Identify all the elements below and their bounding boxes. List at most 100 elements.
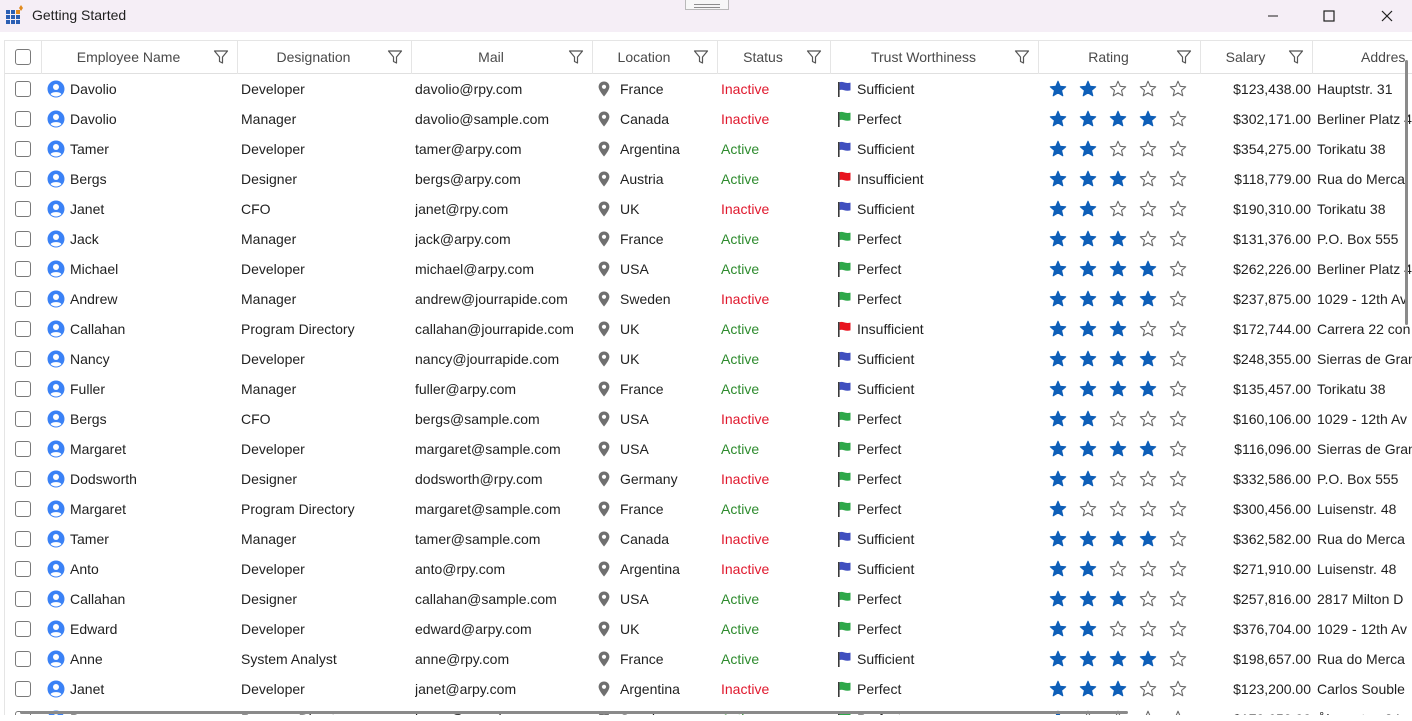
column-header-address[interactable]: Addres xyxy=(1313,41,1412,74)
star-empty-icon[interactable] xyxy=(1079,500,1097,518)
salary-cell[interactable]: $300,456.00 xyxy=(1205,494,1311,524)
mail-cell[interactable]: bergs@arpy.com xyxy=(415,164,595,194)
star-filled-icon[interactable] xyxy=(1049,80,1067,98)
star-filled-icon[interactable] xyxy=(1079,290,1097,308)
star-empty-icon[interactable] xyxy=(1169,350,1187,368)
table-row[interactable]: Andrew Manager andrew@jourrapide.com Sweden… xyxy=(5,284,1412,314)
column-header-trust[interactable]: Trust Worthiness xyxy=(831,41,1039,74)
mail-cell[interactable]: anto@rpy.com xyxy=(415,554,595,584)
row-checkbox[interactable] xyxy=(15,111,31,127)
salary-cell[interactable]: $179,650.00 xyxy=(1205,704,1311,715)
column-header-salary[interactable]: Salary xyxy=(1201,41,1313,74)
row-checkbox[interactable] xyxy=(15,171,31,187)
designation-cell[interactable]: CFO xyxy=(241,194,411,224)
star-empty-icon[interactable] xyxy=(1169,80,1187,98)
trust-worthiness-cell[interactable]: Perfect xyxy=(835,284,1035,314)
table-row[interactable]: Tamer Developer tamer@arpy.com Argentina Act… xyxy=(5,134,1412,164)
location-cell[interactable]: USA xyxy=(597,404,717,434)
mail-cell[interactable]: margaret@sample.com xyxy=(415,434,595,464)
location-cell[interactable]: France xyxy=(597,224,717,254)
star-filled-icon[interactable] xyxy=(1139,650,1157,668)
star-empty-icon[interactable] xyxy=(1169,710,1187,715)
address-cell[interactable]: Torikatu 38 xyxy=(1317,194,1412,224)
mail-cell[interactable]: anne@rpy.com xyxy=(415,644,595,674)
mail-cell[interactable]: tamer@sample.com xyxy=(415,524,595,554)
mail-cell[interactable]: andrew@jourrapide.com xyxy=(415,284,595,314)
mail-cell[interactable]: michael@arpy.com xyxy=(415,254,595,284)
trust-worthiness-cell[interactable]: Perfect xyxy=(835,434,1035,464)
row-checkbox[interactable] xyxy=(15,651,31,667)
star-filled-icon[interactable] xyxy=(1079,80,1097,98)
star-filled-icon[interactable] xyxy=(1079,590,1097,608)
star-filled-icon[interactable] xyxy=(1049,290,1067,308)
salary-cell[interactable]: $116,096.00 xyxy=(1205,434,1311,464)
close-button[interactable] xyxy=(1364,0,1410,32)
table-row[interactable]: Michael Developer michael@arpy.com USA Activ… xyxy=(5,254,1412,284)
trust-worthiness-cell[interactable]: Sufficient xyxy=(835,344,1035,374)
salary-cell[interactable]: $362,582.00 xyxy=(1205,524,1311,554)
star-filled-icon[interactable] xyxy=(1079,230,1097,248)
star-empty-icon[interactable] xyxy=(1169,290,1187,308)
designation-cell[interactable]: Program Directory xyxy=(241,314,411,344)
address-cell[interactable]: P.O. Box 555 xyxy=(1317,224,1412,254)
designation-cell[interactable]: Developer xyxy=(241,254,411,284)
address-cell[interactable]: Carlos Souble xyxy=(1317,674,1412,704)
star-filled-icon[interactable] xyxy=(1079,410,1097,428)
employee-name-cell[interactable]: Bergs xyxy=(47,404,237,434)
star-empty-icon[interactable] xyxy=(1109,470,1127,488)
mail-cell[interactable]: dodsworth@rpy.com xyxy=(415,464,595,494)
star-empty-icon[interactable] xyxy=(1139,140,1157,158)
star-empty-icon[interactable] xyxy=(1109,140,1127,158)
mail-cell[interactable]: jack@arpy.com xyxy=(415,224,595,254)
address-cell[interactable]: Berliner Platz 4 xyxy=(1317,104,1412,134)
rating-cell[interactable] xyxy=(1045,134,1205,164)
star-filled-icon[interactable] xyxy=(1109,170,1127,188)
employee-name-cell[interactable]: Davolio xyxy=(47,104,237,134)
mail-cell[interactable]: fuller@arpy.com xyxy=(415,374,595,404)
trust-worthiness-cell[interactable]: Sufficient xyxy=(835,194,1035,224)
location-cell[interactable]: USA xyxy=(597,434,717,464)
rating-cell[interactable] xyxy=(1045,584,1205,614)
star-filled-icon[interactable] xyxy=(1139,260,1157,278)
trust-worthiness-cell[interactable]: Perfect xyxy=(835,224,1035,254)
trust-worthiness-cell[interactable]: Sufficient xyxy=(835,374,1035,404)
star-filled-icon[interactable] xyxy=(1079,170,1097,188)
star-filled-icon[interactable] xyxy=(1079,560,1097,578)
employee-name-cell[interactable]: Davolio xyxy=(47,74,237,104)
designation-cell[interactable]: Manager xyxy=(241,284,411,314)
rating-cell[interactable] xyxy=(1045,464,1205,494)
star-empty-icon[interactable] xyxy=(1169,530,1187,548)
employee-name-cell[interactable]: Fuller xyxy=(47,374,237,404)
table-row[interactable]: Anto Developer anto@rpy.com Argentina Inacti… xyxy=(5,554,1412,584)
rating-cell[interactable] xyxy=(1045,404,1205,434)
star-filled-icon[interactable] xyxy=(1079,320,1097,338)
status-cell[interactable]: Active xyxy=(721,164,831,194)
trust-worthiness-cell[interactable]: Sufficient xyxy=(835,524,1035,554)
table-row[interactable]: Davolio Developer davolio@rpy.com France Ina… xyxy=(5,74,1412,104)
star-filled-icon[interactable] xyxy=(1079,650,1097,668)
trust-worthiness-cell[interactable]: Perfect xyxy=(835,674,1035,704)
table-row[interactable]: Tamer Manager tamer@sample.com Canada Inacti… xyxy=(5,524,1412,554)
salary-cell[interactable]: $118,779.00 xyxy=(1205,164,1311,194)
location-cell[interactable]: USA xyxy=(597,584,717,614)
location-cell[interactable]: UK xyxy=(597,314,717,344)
star-empty-icon[interactable] xyxy=(1169,650,1187,668)
designation-cell[interactable]: Manager xyxy=(241,374,411,404)
address-cell[interactable]: 1029 - 12th Av xyxy=(1317,614,1412,644)
location-cell[interactable]: Argentina xyxy=(597,674,717,704)
star-empty-icon[interactable] xyxy=(1109,560,1127,578)
drag-handle[interactable] xyxy=(685,0,729,10)
star-filled-icon[interactable] xyxy=(1109,230,1127,248)
status-cell[interactable]: Inactive xyxy=(721,74,831,104)
salary-cell[interactable]: $302,171.00 xyxy=(1205,104,1311,134)
star-filled-icon[interactable] xyxy=(1109,590,1127,608)
maximize-button[interactable] xyxy=(1306,0,1352,32)
star-filled-icon[interactable] xyxy=(1049,650,1067,668)
salary-cell[interactable]: $332,586.00 xyxy=(1205,464,1311,494)
star-filled-icon[interactable] xyxy=(1049,350,1067,368)
salary-cell[interactable]: $257,816.00 xyxy=(1205,584,1311,614)
star-filled-icon[interactable] xyxy=(1049,320,1067,338)
star-empty-icon[interactable] xyxy=(1139,410,1157,428)
address-cell[interactable]: Hauptstr. 31 xyxy=(1317,74,1412,104)
rating-cell[interactable] xyxy=(1045,524,1205,554)
